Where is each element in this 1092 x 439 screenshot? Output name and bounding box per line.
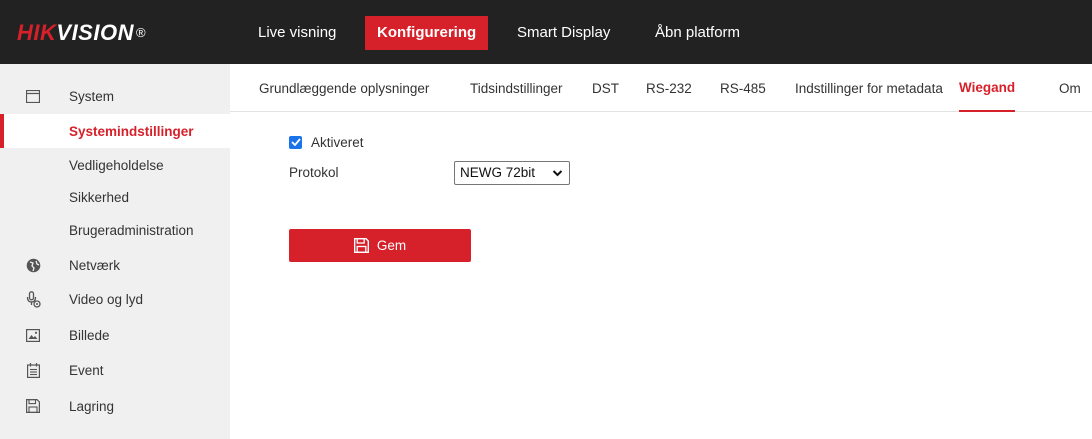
monitor-icon bbox=[25, 88, 41, 104]
protocol-label: Protokol bbox=[289, 165, 339, 180]
globe-icon bbox=[25, 257, 41, 273]
logo-white-text: VISION bbox=[56, 20, 134, 45]
calendar-icon bbox=[25, 362, 41, 378]
sidebar-item-maintenance[interactable]: Vedligeholdelse bbox=[0, 148, 230, 182]
sidebar-item-video-audio[interactable]: Video og lyd bbox=[0, 282, 230, 316]
tab-dst[interactable]: DST bbox=[592, 64, 619, 112]
protocol-select[interactable]: NEWG 72bit bbox=[454, 161, 570, 185]
enabled-checkbox[interactable] bbox=[289, 135, 302, 149]
sidebar-item-image[interactable]: Billede bbox=[0, 318, 230, 352]
sidebar-item-label: Sikkerhed bbox=[69, 189, 130, 205]
sidebar-item-label: Systemindstillinger bbox=[69, 123, 194, 139]
topnav-live-view[interactable]: Live visning bbox=[246, 16, 348, 50]
sidebar-item-system[interactable]: System bbox=[0, 79, 230, 113]
sidebar-item-system-settings[interactable]: Systemindstillinger bbox=[0, 114, 230, 148]
tab-metadata-settings[interactable]: Indstillinger for metadata bbox=[795, 64, 943, 112]
settings-tabs: Grundlæggende oplysninger Tidsindstillin… bbox=[230, 64, 1092, 112]
sidebar-item-user-management[interactable]: Brugeradministration bbox=[0, 213, 230, 247]
logo-registered-mark: ® bbox=[135, 25, 147, 40]
sidebar-item-label: System bbox=[69, 88, 115, 104]
sidebar-item-label: Vedligeholdelse bbox=[69, 157, 164, 173]
checkmark-icon bbox=[290, 138, 301, 146]
protocol-select-value: NEWG 72bit bbox=[460, 165, 536, 180]
microphone-icon bbox=[25, 290, 41, 308]
tab-time-settings[interactable]: Tidsindstillinger bbox=[470, 64, 563, 112]
sidebar-item-label: Brugeradministration bbox=[69, 222, 194, 238]
topnav-configuration[interactable]: Konfigurering bbox=[365, 16, 489, 50]
save-button[interactable]: Gem bbox=[289, 229, 471, 262]
sidebar-item-label: Video og lyd bbox=[69, 291, 144, 307]
save-icon bbox=[25, 398, 41, 414]
hikvision-logo: HIKVISION ® bbox=[17, 19, 146, 47]
sidebar: System Systemindstillinger Vedligeholdel… bbox=[0, 64, 230, 439]
tab-rs485[interactable]: RS-485 bbox=[720, 64, 766, 112]
sidebar-item-label: Netværk bbox=[69, 257, 121, 273]
topnav-open-platform[interactable]: Åbn platform bbox=[643, 16, 752, 50]
chevron-down-icon bbox=[552, 170, 563, 177]
sidebar-item-label: Lagring bbox=[69, 398, 115, 414]
sidebar-item-label: Billede bbox=[69, 327, 110, 343]
tab-rs232[interactable]: RS-232 bbox=[646, 64, 692, 112]
tab-basic-information[interactable]: Grundlæggende oplysninger bbox=[259, 64, 429, 112]
sidebar-item-security[interactable]: Sikkerhed bbox=[0, 180, 230, 214]
topnav-smart-display[interactable]: Smart Display bbox=[505, 16, 622, 50]
enabled-label: Aktiveret bbox=[311, 134, 364, 150]
top-navigation-bar: HIKVISION ® Live visning Konfigurering Sm… bbox=[0, 0, 1092, 64]
sidebar-item-network[interactable]: Netværk bbox=[0, 248, 230, 282]
sidebar-item-label: Event bbox=[69, 362, 104, 378]
sidebar-item-event[interactable]: Event bbox=[0, 353, 230, 387]
tab-about[interactable]: Om bbox=[1059, 64, 1081, 112]
sidebar-item-storage[interactable]: Lagring bbox=[0, 389, 230, 423]
save-button-label: Gem bbox=[376, 238, 407, 253]
tab-wiegand[interactable]: Wiegand bbox=[959, 64, 1016, 112]
enabled-row: Aktiveret bbox=[289, 133, 364, 151]
wiegand-form: Aktiveret Protokol NEWG 72bit Gem bbox=[230, 112, 1092, 439]
save-icon bbox=[353, 238, 369, 253]
logo-red-text: HIK bbox=[17, 20, 57, 45]
image-icon bbox=[25, 327, 41, 343]
